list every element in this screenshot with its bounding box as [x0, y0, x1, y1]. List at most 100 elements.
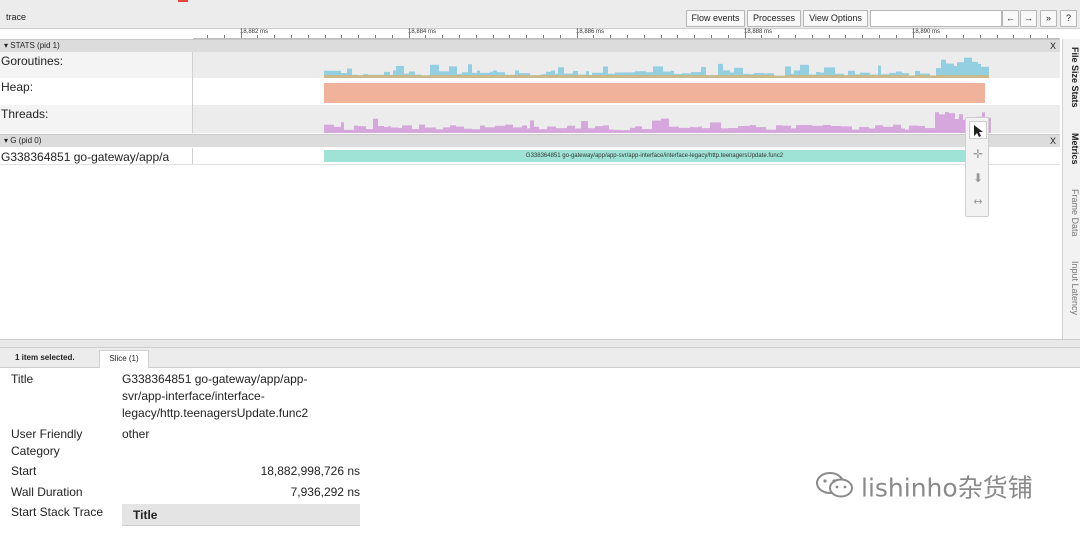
counter-bar	[776, 125, 783, 133]
close-icon[interactable]: X	[1050, 40, 1056, 52]
ruler-tick	[324, 35, 326, 38]
ruler-tick	[811, 35, 813, 38]
counter-bar	[505, 124, 513, 133]
counter-bar	[841, 126, 852, 133]
counter-bar	[603, 125, 609, 133]
ruler-tick	[442, 35, 444, 38]
goroutine-thread-track[interactable]: G338364851 go-gateway/app/a G338364851 g…	[0, 148, 1060, 165]
counter-bar	[539, 129, 547, 133]
tab-metrics[interactable]: Metrics	[1064, 133, 1080, 165]
counter-bar	[964, 57, 972, 78]
ruler-tick	[946, 35, 948, 38]
counter-bar	[334, 126, 341, 133]
page-title: trace	[6, 12, 27, 22]
counter-bar	[702, 128, 710, 133]
panel-resize-handle[interactable]	[0, 339, 1080, 348]
goroutines-track[interactable]: Goroutines:	[0, 52, 1060, 78]
ruler-tick	[576, 28, 578, 38]
recording-indicator	[178, 0, 188, 2]
title-value-line: legacy/http.teenagersUpdate.func2	[122, 406, 309, 420]
processes-button[interactable]: Processes	[747, 10, 801, 27]
tab-slice[interactable]: Slice (1)	[99, 350, 149, 368]
tab-frame-data[interactable]: Frame Data	[1064, 189, 1080, 237]
ruler-tick	[559, 35, 561, 38]
title-value-line: svr/app-interface/interface-	[122, 389, 265, 403]
counter-bar	[661, 118, 669, 133]
stats-process-header[interactable]: ▾ STATS (pid 1) X	[0, 39, 1060, 52]
zoom-tool-icon[interactable]: ⬇	[969, 169, 987, 187]
counter-bar	[630, 127, 635, 133]
counter-bar	[344, 129, 354, 133]
counter-bar	[812, 125, 823, 133]
mouse-mode-palette: ✛ ⬇ ↔	[965, 117, 989, 217]
counter-bar	[378, 126, 384, 133]
counter-bar	[945, 112, 949, 133]
ruler-tick	[963, 35, 964, 38]
counter-bar	[366, 129, 373, 133]
counter-bar	[710, 122, 721, 133]
counter-bar	[905, 129, 909, 133]
counter-bar	[918, 125, 925, 133]
thread-slices[interactable]: G338364851 go-gateway/app/app-svr/app-in…	[193, 148, 1060, 164]
tab-file-size-stats[interactable]: File Size Stats	[1064, 47, 1080, 108]
slice-bar[interactable]: G338364851 go-gateway/app/app-svr/app-in…	[324, 150, 985, 162]
ruler-tick	[610, 35, 612, 38]
ruler-label: 18,888 ms	[744, 29, 773, 35]
prev-button[interactable]: ←	[1002, 10, 1019, 27]
next-button[interactable]: →	[1020, 10, 1037, 27]
threads-counter[interactable]	[193, 105, 1060, 133]
counter-bar	[679, 127, 690, 133]
counter-bar	[358, 126, 366, 133]
view-options-button[interactable]: View Options	[803, 10, 868, 27]
start-value: 18,882,998,726 ns	[260, 464, 360, 478]
heap-counter[interactable]	[193, 78, 1060, 105]
ruler-tick	[895, 35, 897, 38]
ruler-tick	[711, 35, 712, 38]
stack-trace-column-title[interactable]: Title	[133, 508, 157, 522]
stack-trace-label: Start Stack Trace	[11, 505, 104, 519]
ruler-tick	[358, 35, 360, 38]
ruler-tick	[778, 35, 780, 38]
tab-input-latency[interactable]: Input Latency	[1064, 261, 1080, 315]
wechat-icon	[815, 470, 855, 509]
ruler-tick	[845, 35, 847, 38]
counter-bar	[412, 129, 419, 133]
ruler-tick	[307, 35, 309, 38]
flow-events-button[interactable]: Flow events	[686, 10, 745, 27]
ruler-tick	[543, 35, 544, 38]
search-input[interactable]	[870, 10, 1002, 27]
ruler-tick	[341, 35, 343, 38]
counter-bar	[796, 125, 805, 133]
heap-track[interactable]: Heap:	[0, 78, 1060, 105]
ruler-tick	[912, 28, 914, 38]
ruler-label: 18,884 ms	[408, 29, 437, 35]
time-ruler[interactable]: 18,882 ms 18,884 ms 18,886 ms 18,888 ms …	[193, 28, 1060, 39]
stats-process-title: ▾ STATS (pid 1)	[4, 41, 60, 50]
counter-bar	[450, 125, 456, 133]
close-icon[interactable]: X	[1050, 135, 1056, 147]
select-tool-icon[interactable]	[969, 121, 987, 139]
pan-tool-icon[interactable]: ✛	[969, 145, 987, 163]
ruler-tick	[459, 35, 460, 38]
counter-bar	[341, 122, 344, 133]
threads-track[interactable]: Threads:	[0, 105, 1060, 133]
timing-tool-icon[interactable]: ↔	[969, 193, 987, 211]
counter-bar	[635, 126, 642, 133]
ruler-tick	[408, 28, 410, 38]
counter-bar	[783, 125, 791, 133]
heap-bar	[324, 83, 985, 103]
g-process-header[interactable]: ▾ G (pid 0) X	[0, 134, 1060, 147]
counter-bar	[399, 127, 402, 133]
counter-bar	[756, 127, 766, 133]
help-button[interactable]: ?	[1060, 10, 1077, 27]
side-panel-tabs: File Size Stats Metrics Frame Data Input…	[1062, 39, 1080, 339]
counter-bar	[402, 125, 412, 133]
ruler-tick	[257, 35, 259, 38]
goroutines-counter[interactable]	[193, 52, 1060, 78]
counter-bar	[581, 121, 588, 133]
ruler-tick	[1013, 35, 1015, 38]
expand-button[interactable]: »	[1040, 10, 1057, 27]
counter-bar	[556, 128, 567, 133]
counter-bar	[893, 124, 901, 133]
ruler-tick	[929, 35, 931, 38]
